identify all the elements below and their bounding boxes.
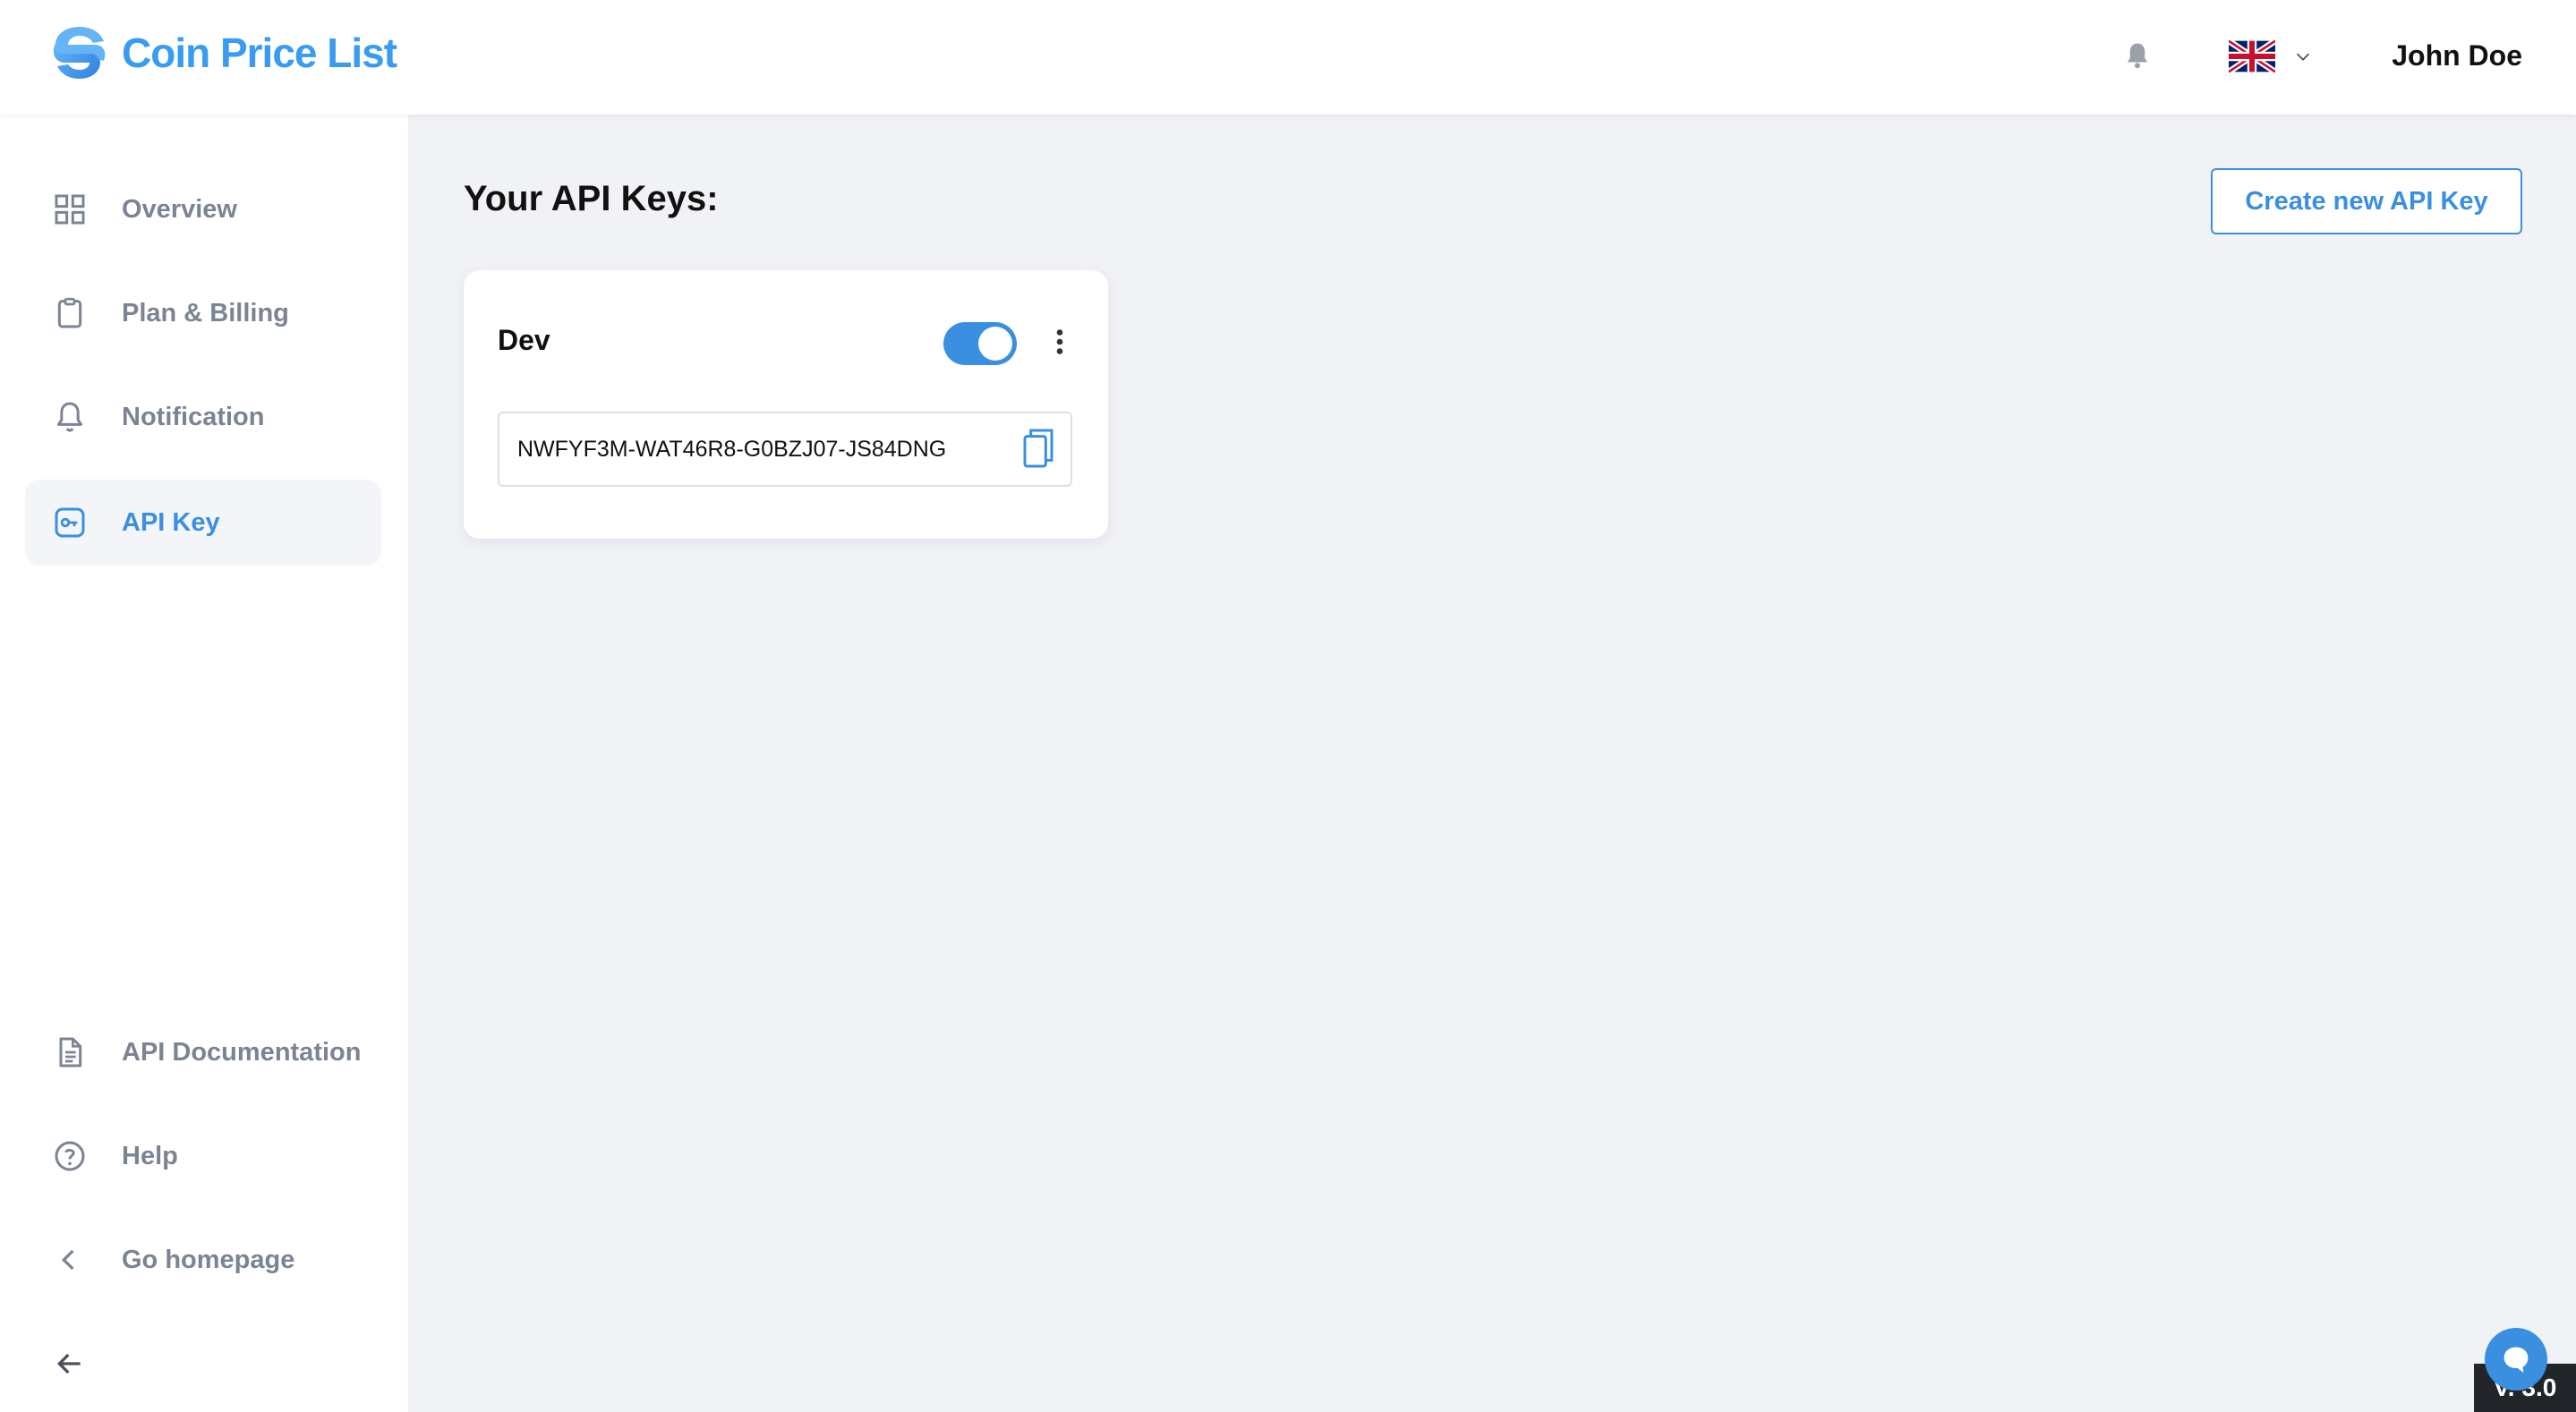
sidebar-item-help[interactable]: Help [25,1113,381,1199]
arrow-left-icon [56,1353,81,1374]
clipboard-icon [57,297,82,328]
sidebar-item-label: API Key [122,507,220,537]
sidebar-item-label: Help [122,1141,178,1170]
sidebar-item-api-key[interactable]: API Key [25,480,381,566]
user-name[interactable]: John Doe [2392,39,2522,72]
page-title: Your API Keys: [464,179,719,218]
help-circle-icon [55,1141,85,1171]
bell-icon [57,402,82,432]
create-api-key-button[interactable]: Create new API Key [2211,168,2522,234]
sidebar-item-label: Overview [122,194,237,224]
chat-bubble-icon [2503,1347,2529,1373]
api-key-enabled-toggle[interactable] [943,322,1017,365]
api-key-card: Dev [464,270,1108,539]
document-icon [59,1037,82,1068]
sidebar-item-overview[interactable]: Overview [25,166,381,252]
brand-name: Coin Price List [122,30,397,76]
api-key-input[interactable] [499,413,1001,485]
chevron-left-icon [61,1249,74,1271]
uk-flag-icon[interactable] [2229,39,2275,73]
more-options-icon[interactable] [1051,326,1069,358]
app-root: Coin Price List John Doe Overview Plan &… [0,0,2576,1412]
sidebar-item-notification[interactable]: Notification [25,374,381,460]
sidebar-collapse-button[interactable] [25,1321,115,1407]
brand-logo[interactable]: Coin Price List [52,23,397,82]
sidebar-item-go-homepage[interactable]: Go homepage [25,1217,381,1303]
top-header: Coin Price List John Doe [0,0,2576,115]
sidebar-item-api-documentation[interactable]: API Documentation [25,1009,381,1095]
api-key-name: Dev [498,324,550,356]
chevron-down-icon[interactable] [2293,47,2313,66]
toggle-knob [978,327,1012,361]
key-icon [55,507,85,538]
sidebar-item-label: Plan & Billing [122,298,289,327]
sidebar-item-label: Go homepage [122,1245,295,1274]
sidebar-item-label: Notification [122,402,265,431]
sidebar-item-label: API Documentation [122,1037,362,1067]
copy-icon[interactable] [1020,426,1056,471]
chat-button[interactable] [2485,1328,2547,1391]
sidebar: Overview Plan & Billing Notification API… [0,115,408,1412]
coin-logo-icon [53,27,106,79]
sidebar-item-plan-billing[interactable]: Plan & Billing [25,270,381,356]
grid-icon [55,194,85,225]
api-key-field [498,412,1072,487]
bell-icon[interactable] [2121,39,2154,72]
